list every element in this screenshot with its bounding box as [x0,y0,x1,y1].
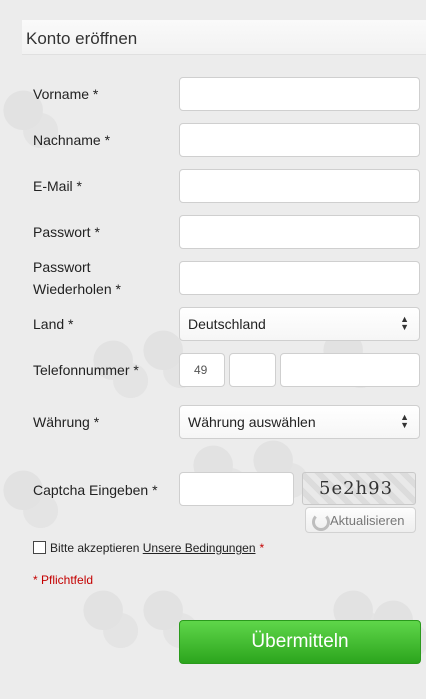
submit-button[interactable]: Übermitteln [179,620,421,664]
telefon-area-code-field[interactable] [229,353,276,387]
telefon-country-code-field[interactable]: 49 [179,353,225,387]
terms-link[interactable]: Unsere Bedingungen [143,541,256,555]
form-title: Konto eröffnen [26,29,138,48]
form-header: Konto eröffnen [22,20,426,55]
captcha-refresh-label: Aktualisieren [330,513,405,528]
terms-row: Bitte akzeptieren Unsere Bedingungen * [33,541,264,555]
captcha-image: 5e2h93 [302,472,416,505]
passwort-field[interactable] [179,215,420,249]
telefon-country-code-value: 49 [194,363,208,377]
passwort-wiederholen-label-line2: Wiederholen * [33,281,121,297]
email-field[interactable] [179,169,420,203]
refresh-icon [312,513,330,531]
captcha-field[interactable] [179,472,294,506]
updown-arrows-icon: ▲ ▼ [400,314,409,332]
captcha-code: 5e2h93 [319,478,394,499]
passwort-input[interactable] [180,216,419,248]
lion-watermark [80,590,138,648]
nachname-label: Nachname * [33,132,111,148]
vorname-input[interactable] [180,78,419,110]
passwort-label: Passwort * [33,224,100,240]
land-selected-value: Deutschland [188,316,266,332]
email-input[interactable] [180,170,419,202]
captcha-input[interactable] [180,473,293,505]
telefon-number-field[interactable] [280,353,420,387]
passwort-wiederholen-label-line1: Passwort [33,259,91,275]
telefon-area-code-input[interactable] [230,354,275,386]
vorname-label: Vorname * [33,86,99,102]
waehrung-label: Währung * [33,414,100,430]
passwort-wiederholen-input[interactable] [180,262,419,294]
updown-arrows-icon: ▲ ▼ [400,412,409,430]
land-label: Land * [33,316,74,332]
captcha-label: Captcha Eingeben * [33,482,158,498]
waehrung-select[interactable]: Währung auswählen ▲ ▼ [179,405,420,439]
vorname-field[interactable] [179,77,420,111]
land-select[interactable]: Deutschland ▲ ▼ [179,307,420,341]
captcha-refresh-button[interactable]: Aktualisieren [305,507,416,533]
passwort-wiederholen-field[interactable] [179,261,420,295]
terms-text: Bitte akzeptieren [50,541,140,555]
terms-required-mark: * [259,541,265,555]
telefon-label: Telefonnummer * [33,362,139,378]
terms-checkbox[interactable] [33,541,46,554]
telefon-number-input[interactable] [281,354,419,386]
required-note: * Pflichtfeld [33,573,94,587]
email-label: E-Mail * [33,178,83,194]
waehrung-selected-value: Währung auswählen [188,414,316,430]
nachname-input[interactable] [180,124,419,156]
nachname-field[interactable] [179,123,420,157]
